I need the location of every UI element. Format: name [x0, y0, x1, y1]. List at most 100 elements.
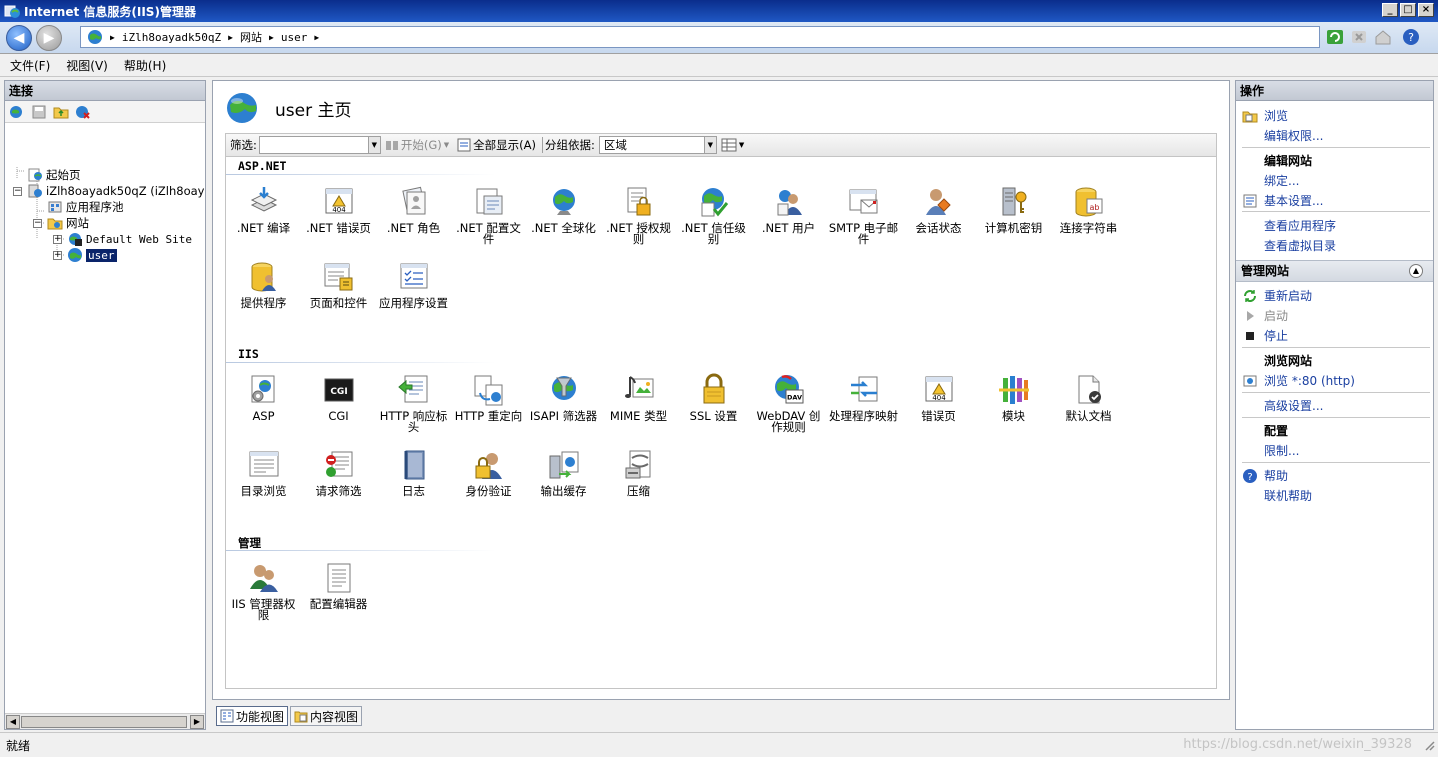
menu-help[interactable]: 帮助(H) [124, 57, 166, 74]
feature-net-users[interactable]: .NET 用户 [751, 185, 826, 234]
feature-modules[interactable]: 模块 [976, 373, 1051, 422]
group-header: ASP.NET [238, 159, 287, 173]
feature-application-settings[interactable]: 应用程序设置 [376, 260, 451, 309]
back-button[interactable]: ◀ [6, 25, 32, 51]
help-icon[interactable]: ? [1402, 28, 1420, 46]
globe-icon [88, 30, 102, 44]
action-restart[interactable]: 重新启动 [1242, 287, 1312, 304]
actions-section-manage-site[interactable]: 管理网站 ▲ [1236, 260, 1433, 282]
action-basic-settings[interactable]: 基本设置... [1242, 192, 1323, 209]
group-by-select[interactable]: 区域 ▼ [598, 136, 717, 154]
tree-item-start-page[interactable]: 起始页 [27, 167, 81, 183]
feature-pages-and-controls[interactable]: 页面和控件 [301, 260, 376, 309]
action-browse-80[interactable]: 浏览 *:80 (http) [1242, 372, 1355, 389]
feature-isapi-filters[interactable]: ISAPI 筛选器 [526, 373, 601, 422]
resize-grip-icon[interactable] [1422, 738, 1436, 752]
view-tabs: 功能视图 内容视图 [212, 703, 1230, 729]
connections-title: 连接 [5, 81, 205, 101]
tree-item-user[interactable]: user [67, 247, 117, 263]
tree-expand-toggle[interactable]: + [53, 235, 62, 244]
feature-logging[interactable]: 日志 [376, 448, 451, 497]
menu-view[interactable]: 视图(V) [66, 57, 108, 74]
collapse-chevron-up-icon[interactable]: ▲ [1409, 264, 1423, 278]
action-start[interactable]: 启动 [1242, 307, 1288, 324]
feature-request-filtering[interactable]: 请求筛选 [301, 448, 376, 497]
feature-connection-strings[interactable]: ab 连接字符串 [1051, 185, 1126, 234]
feature-configuration-editor[interactable]: 配置编辑器 [301, 561, 376, 610]
stop-icon[interactable] [1350, 28, 1368, 46]
tree-item-sites[interactable]: 网站 [47, 215, 89, 231]
tab-content-view[interactable]: 内容视图 [290, 706, 363, 726]
tree-item-server[interactable]: iZlh8oayadk50qZ (iZlh8oaya [27, 183, 205, 199]
feature-machine-key[interactable]: 计算机密钥 [976, 185, 1051, 234]
action-limits[interactable]: 限制... [1264, 442, 1299, 459]
tree-collapse-toggle[interactable]: − [33, 219, 42, 228]
up-folder-icon[interactable] [53, 104, 69, 120]
minimize-button[interactable]: _ [1382, 3, 1398, 17]
action-online-help[interactable]: 联机帮助 [1264, 487, 1312, 504]
view-mode-button[interactable]: ▼ [721, 138, 744, 152]
action-view-virtual-directories[interactable]: 查看虚拟目录 [1264, 237, 1336, 254]
home-icon[interactable] [1374, 28, 1392, 46]
feature-error-pages[interactable]: 404 错误页 [901, 373, 976, 422]
feature-net-authorization-rules[interactable]: .NET 授权规则 [601, 185, 676, 245]
feature-mime-types[interactable]: MIME 类型 [601, 373, 676, 422]
action-browse[interactable]: 浏览 [1242, 107, 1288, 124]
browse-folder-icon [1242, 111, 1258, 122]
action-stop[interactable]: 停止 [1242, 327, 1288, 344]
address-bar[interactable]: ▶ iZlh8oayadk50qZ ▶ 网站 ▶ user ▶ [80, 26, 1320, 48]
feature-default-document[interactable]: 默认文档 [1051, 373, 1126, 422]
horizontal-scrollbar[interactable]: ◀ ▶ [5, 713, 205, 729]
connect-globe-icon[interactable] [9, 104, 25, 120]
feature-compression[interactable]: 压缩 [601, 448, 676, 497]
feature-net-roles[interactable]: .NET 角色 [376, 185, 451, 234]
action-view-applications[interactable]: 查看应用程序 [1264, 217, 1336, 234]
help-icon: ? [1243, 468, 1257, 483]
feature-net-globalization[interactable]: .NET 全球化 [526, 185, 601, 234]
feature-asp[interactable]: ASP [226, 373, 301, 422]
feature-http-redirect[interactable]: HTTP 重定向 [451, 373, 526, 422]
feature-cgi[interactable]: CGI CGI [301, 373, 376, 422]
maximize-button[interactable]: □ [1400, 3, 1416, 17]
breadcrumb-server[interactable]: iZlh8oayadk50qZ [122, 31, 221, 44]
show-all-button[interactable]: 全部显示(A) [457, 137, 536, 153]
breadcrumb-sites[interactable]: 网站 [240, 29, 262, 45]
feature-session-state[interactable]: 会话状态 [901, 185, 976, 234]
tree-item-app-pools[interactable]: 应用程序池 [47, 199, 124, 215]
tree-collapse-toggle[interactable]: − [13, 187, 22, 196]
feature-net-trust-levels[interactable]: .NET 信任级别 [676, 185, 751, 245]
tab-features-view[interactable]: 功能视图 [216, 706, 289, 726]
feature-providers[interactable]: 提供程序 [226, 260, 301, 309]
tree-expand-toggle[interactable]: + [53, 251, 62, 260]
navigation-bar: ◀ ▶ ▶ iZlh8oayadk50qZ ▶ 网站 ▶ user ▶ ? [0, 22, 1438, 54]
scroll-thumb[interactable] [21, 716, 187, 728]
scroll-left-button[interactable]: ◀ [6, 715, 20, 729]
action-edit-permissions[interactable]: 编辑权限... [1264, 127, 1323, 144]
disconnect-icon[interactable] [75, 104, 91, 120]
feature-output-caching[interactable]: 输出缓存 [526, 448, 601, 497]
close-button[interactable]: × [1418, 3, 1434, 17]
menu-file[interactable]: 文件(F) [10, 57, 50, 74]
feature-net-error-pages[interactable]: 404 .NET 错误页 [301, 185, 376, 234]
feature-iis-manager-permissions[interactable]: IIS 管理器权限 [226, 561, 301, 621]
feature-directory-browsing[interactable]: 目录浏览 [226, 448, 301, 497]
refresh-icon[interactable] [1326, 28, 1344, 46]
feature-authentication[interactable]: 身份验证 [451, 448, 526, 497]
action-advanced-settings[interactable]: 高级设置... [1264, 397, 1323, 414]
feature-webdav-authoring-rules[interactable]: DAV WebDAV 创作规则 [751, 373, 826, 433]
save-icon[interactable] [31, 104, 47, 120]
action-bindings[interactable]: 绑定... [1264, 172, 1299, 189]
feature-handler-mappings[interactable]: 处理程序映射 [826, 373, 901, 422]
filter-input[interactable]: ▼ [258, 136, 381, 154]
feature-smtp-email[interactable]: SMTP 电子邮件 [826, 185, 901, 245]
go-button[interactable]: 开始(G) ▼ [385, 137, 449, 153]
tree-item-default-web-site[interactable]: Default Web Site [67, 231, 192, 247]
scroll-right-button[interactable]: ▶ [190, 715, 204, 729]
feature-ssl-settings[interactable]: SSL 设置 [676, 373, 751, 422]
feature-net-profile[interactable]: .NET 配置文件 [451, 185, 526, 245]
feature-net-compilation[interactable]: .NET 编译 [226, 185, 301, 234]
action-help[interactable]: ? 帮助 [1242, 467, 1288, 484]
feature-http-response-headers[interactable]: HTTP 响应标头 [376, 373, 451, 433]
breadcrumb-user[interactable]: user [281, 31, 308, 44]
forward-button[interactable]: ▶ [36, 25, 62, 51]
